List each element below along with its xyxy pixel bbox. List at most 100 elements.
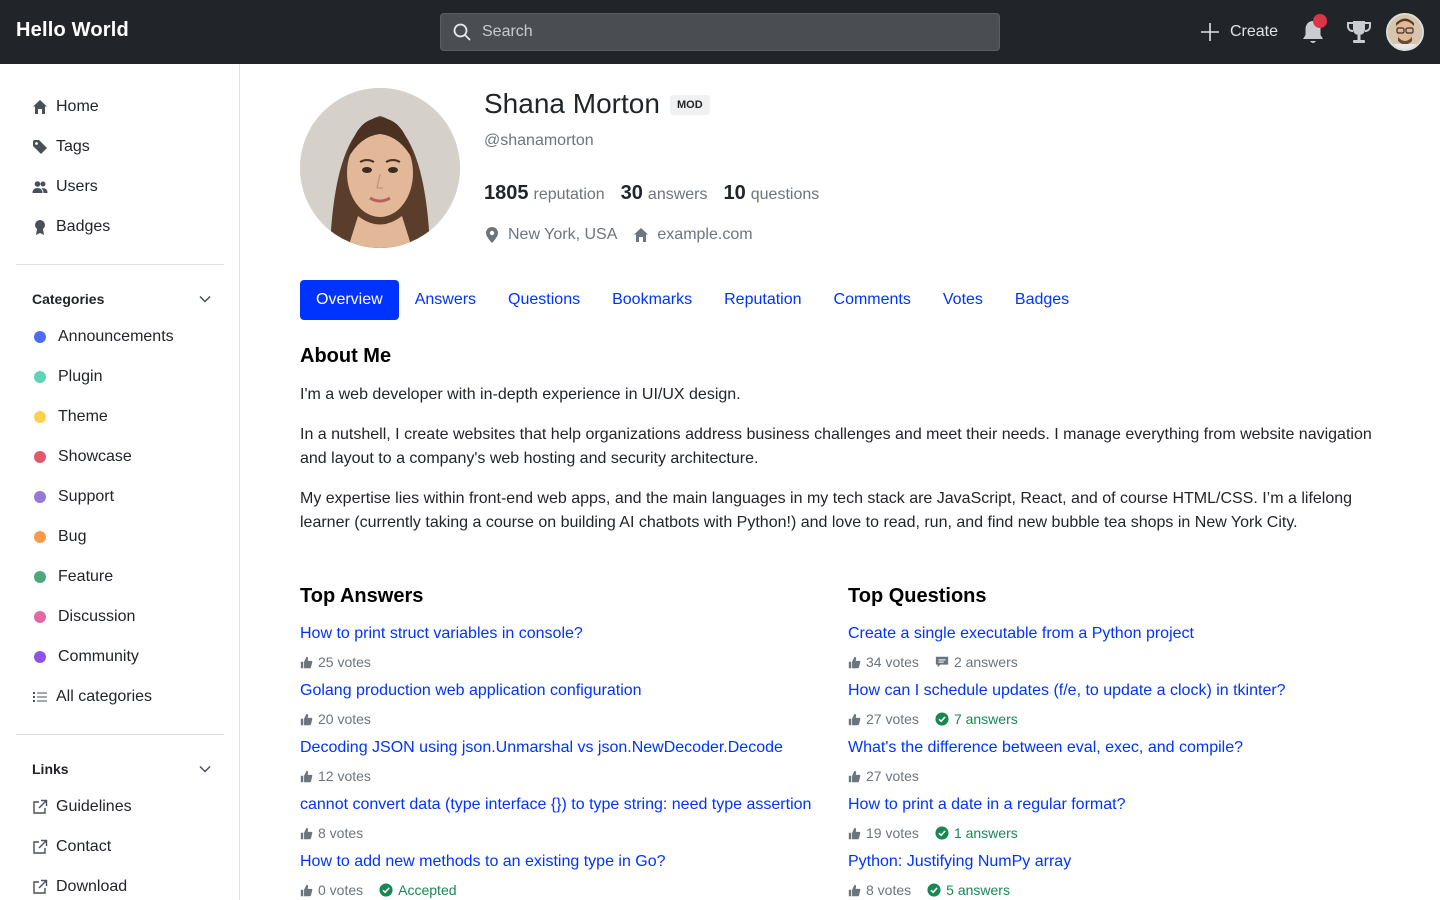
links-header[interactable]: Links: [32, 757, 212, 781]
answer-link[interactable]: Golang production web application config…: [300, 682, 642, 700]
sidebar-category-announcements[interactable]: Announcements: [16, 319, 224, 355]
categories-header[interactable]: Categories: [32, 287, 212, 311]
tab-badges[interactable]: Badges: [999, 280, 1085, 320]
home-icon: [634, 228, 649, 242]
sidebar-divider: [16, 264, 224, 265]
create-label: Create: [1230, 23, 1279, 40]
vote-count: 27 votes: [866, 768, 919, 784]
sidebar-divider: [16, 734, 224, 735]
reputation-stat: 1805 reputation: [484, 182, 605, 205]
tab-bookmarks[interactable]: Bookmarks: [596, 280, 708, 320]
sidebar-link-contact[interactable]: Contact: [16, 829, 224, 865]
about-paragraph: In a nutshell, I create websites that he…: [300, 426, 1372, 467]
thumbs-up-icon: [848, 713, 861, 725]
user-avatar-image: [1388, 15, 1422, 49]
question-link[interactable]: Create a single executable from a Python…: [848, 625, 1194, 643]
sidebar-category-feature[interactable]: Feature: [16, 559, 224, 595]
create-button[interactable]: Create: [1200, 18, 1278, 46]
answers-value: 30: [620, 182, 643, 204]
sidebar-item-home[interactable]: Home: [16, 89, 224, 125]
category-color-dot: [34, 331, 46, 343]
profile-tabs: Overview Answers Questions Bookmarks Rep…: [300, 280, 1085, 320]
tab-votes[interactable]: Votes: [927, 280, 999, 320]
category-color-dot: [34, 491, 46, 503]
profile-handle: @shanamorton: [484, 132, 594, 149]
sidebar-category-plugin[interactable]: Plugin: [16, 359, 224, 395]
achievements-button[interactable]: [1345, 18, 1373, 46]
tab-overview[interactable]: Overview: [300, 280, 399, 320]
sidebar-category-bug[interactable]: Bug: [16, 519, 224, 555]
list-icon: [32, 689, 48, 705]
sidebar-link-label: Download: [56, 878, 128, 895]
website[interactable]: example.com: [633, 226, 753, 244]
question-meta: 8 votes 5 answers: [848, 882, 1026, 898]
category-label: Bug: [58, 528, 87, 545]
thumbs-up-icon: [848, 656, 861, 668]
answer-link[interactable]: Decoding JSON using json.Unmarshal vs js…: [300, 739, 783, 757]
plus-icon: [1201, 23, 1219, 41]
answer-link[interactable]: How to print struct variables in console…: [300, 625, 583, 643]
vote-count: 20 votes: [318, 711, 371, 727]
brand-logo[interactable]: Hello World: [16, 19, 129, 42]
chevron-down-icon: [199, 295, 211, 303]
question-link[interactable]: Python: Justifying NumPy array: [848, 853, 1071, 871]
check-circle-icon: [379, 883, 393, 897]
tab-questions[interactable]: Questions: [492, 280, 596, 320]
answers-stat: 30 answers: [621, 182, 708, 205]
question-meta: 19 votes 1 answers: [848, 825, 1034, 841]
answer-meta: 20 votes: [300, 711, 387, 727]
sidebar-category-community[interactable]: Community: [16, 639, 224, 675]
profile-name: Shana Morton: [484, 88, 660, 119]
badge-icon: [32, 219, 48, 235]
profile-avatar: [300, 88, 460, 248]
category-color-dot: [34, 611, 46, 623]
chevron-down-icon: [199, 765, 211, 773]
answer-count: 7 answers: [953, 711, 1018, 727]
top-answers-title: Top Answers: [300, 585, 424, 607]
sidebar-item-badges[interactable]: Badges: [16, 209, 224, 245]
tab-comments[interactable]: Comments: [818, 280, 927, 320]
notifications-button[interactable]: [1300, 14, 1327, 46]
question-link[interactable]: How can I schedule updates (f/e, to upda…: [848, 682, 1286, 700]
answer-link[interactable]: How to add new methods to an existing ty…: [300, 853, 666, 871]
sidebar-category-all[interactable]: All categories: [16, 679, 224, 715]
questions-label: questions: [750, 186, 820, 203]
user-avatar[interactable]: [1386, 13, 1424, 51]
sidebar-category-discussion[interactable]: Discussion: [16, 599, 224, 635]
search-input[interactable]: [482, 14, 982, 50]
sidebar-item-tags[interactable]: Tags: [16, 129, 224, 165]
vote-count: 12 votes: [318, 768, 371, 784]
sidebar-link-download[interactable]: Download: [16, 869, 224, 900]
questions-value: 10: [723, 182, 746, 204]
website-link[interactable]: example.com: [657, 226, 752, 244]
question-link[interactable]: What's the difference between eval, exec…: [848, 739, 1243, 757]
sidebar: Home Tags Users Badges Categories Announ…: [0, 64, 240, 900]
sidebar-link-guidelines[interactable]: Guidelines: [16, 789, 224, 825]
external-link-icon: [32, 839, 48, 855]
sidebar-category-theme[interactable]: Theme: [16, 399, 224, 435]
thumbs-up-icon: [300, 770, 313, 782]
category-label: Plugin: [58, 368, 103, 385]
questions-stat: 10 questions: [724, 182, 820, 205]
thumbs-up-icon: [300, 827, 313, 839]
sidebar-link-label: Guidelines: [56, 798, 132, 815]
sidebar-item-label: Users: [56, 178, 98, 195]
home-icon: [32, 99, 48, 115]
category-label: Feature: [58, 568, 114, 585]
sidebar-item-label: Badges: [56, 218, 111, 235]
answers-label: answers: [647, 186, 708, 203]
thumbs-up-icon: [848, 884, 861, 896]
question-meta: 27 votes: [848, 768, 935, 784]
category-color-dot: [34, 371, 46, 383]
category-color-dot: [34, 571, 46, 583]
sidebar-category-showcase[interactable]: Showcase: [16, 439, 224, 475]
tab-reputation[interactable]: Reputation: [708, 280, 817, 320]
sidebar-item-users[interactable]: Users: [16, 169, 224, 205]
search-box[interactable]: [440, 13, 1000, 51]
moderator-badge: MOD: [670, 95, 710, 115]
tab-answers[interactable]: Answers: [399, 280, 492, 320]
about-paragraph: I'm a web developer with in-depth experi…: [300, 386, 741, 403]
sidebar-category-support[interactable]: Support: [16, 479, 224, 515]
question-link[interactable]: How to print a date in a regular format?: [848, 796, 1125, 814]
answer-link[interactable]: cannot convert data (type interface {}) …: [300, 796, 811, 814]
